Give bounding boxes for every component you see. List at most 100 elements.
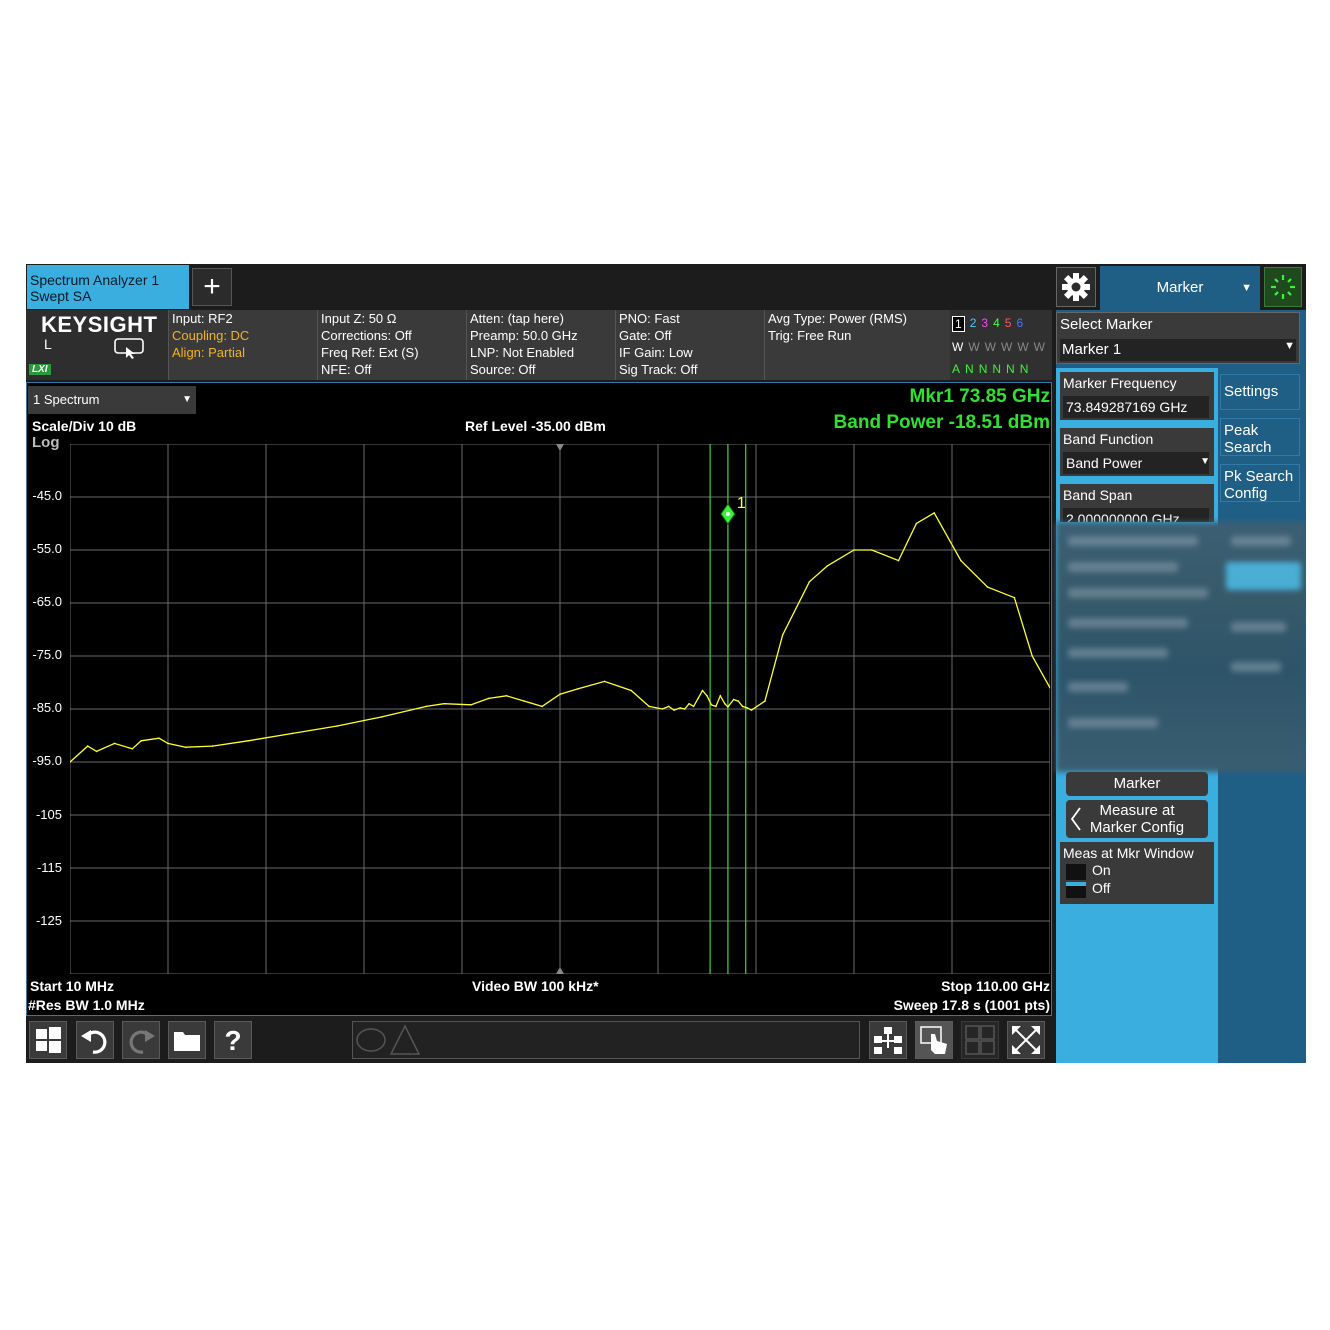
trace-number-1: 1 <box>952 316 965 332</box>
add-screen-button[interactable]: + <box>192 268 232 306</box>
settings-bar[interactable]: Input: RF2 Coupling: DC Align: Partial I… <box>26 310 1052 380</box>
message-area[interactable] <box>352 1021 860 1059</box>
trace-number-2: 2 <box>969 316 977 330</box>
chevron-down-icon: ▼ <box>1200 456 1210 467</box>
info-preamp: Preamp: 50.0 GHz <box>470 328 578 343</box>
trace-point <box>746 707 748 709</box>
correction-settings[interactable]: Input Z: 50 Ω Corrections: Off Freq Ref:… <box>317 310 466 380</box>
trace-point <box>648 705 650 708</box>
band-span-label: Band Span <box>1063 487 1133 503</box>
trace-point <box>470 704 472 706</box>
trace-point <box>443 702 445 705</box>
trace-type-1: W <box>952 340 964 354</box>
band-function-control[interactable]: Band Function Band Power ▼ <box>1060 428 1214 476</box>
marker-frequency-field[interactable]: 73.849287169 GHz <box>1063 396 1209 418</box>
sweep-settings[interactable]: PNO: Fast Gate: Off IF Gain: Low Sig Tra… <box>615 310 764 380</box>
analyzer-app: Spectrum Analyzer 1 Swept SA ▼ + Marker … <box>26 264 1306 1063</box>
trace-point <box>577 688 579 690</box>
trace-number-5: 5 <box>1004 316 1012 330</box>
trace-point <box>688 702 690 705</box>
band-function-label: Band Function <box>1063 431 1154 447</box>
info-atten: Atten: (tap here) <box>470 311 564 326</box>
undo-icon[interactable] <box>76 1021 114 1059</box>
measure-at-line1: Measure at <box>1099 802 1175 819</box>
trace-point <box>661 708 664 710</box>
multi-window-icon[interactable] <box>961 1021 999 1059</box>
trace-point <box>167 742 169 745</box>
attenuation-settings[interactable]: Atten: (tap here) Preamp: 50.0 GHz LNP: … <box>466 310 615 380</box>
option-off-label: Off <box>1092 880 1111 896</box>
info-input: Input: RF2 <box>172 311 233 326</box>
trace-point <box>1031 655 1033 657</box>
select-marker-dropdown[interactable]: Select Marker Marker 1 ▼ <box>1056 312 1300 364</box>
trace-point <box>897 559 900 562</box>
input-settings[interactable]: Input: RF2 Coupling: DC Align: Partial <box>168 310 317 380</box>
resolution-bandwidth: #Res BW 1.0 MHz <box>28 997 145 1013</box>
tab-spectrum-analyzer[interactable]: Spectrum Analyzer 1 Swept SA ▼ <box>27 265 207 309</box>
maximize-icon[interactable] <box>1007 1021 1045 1059</box>
trace-type-6: W <box>1033 340 1045 354</box>
measure-at-marker-config-button[interactable]: Measure at Marker Config <box>1066 800 1208 838</box>
trace-type-3: W <box>984 340 996 354</box>
marker-1-label: 1 <box>737 495 746 512</box>
window-selector[interactable]: 1 Spectrum ▼ <box>28 386 196 414</box>
trace-point <box>692 705 695 708</box>
trace-det-3: N <box>978 362 988 376</box>
info-gate: Gate: Off <box>619 328 672 343</box>
spectrum-plot[interactable]: 1 <box>70 444 1050 974</box>
marker-readout: Mkr1 73.85 GHz <box>909 386 1050 407</box>
help-icon[interactable]: ? <box>214 1021 252 1059</box>
y-tick-label: -55.0 <box>32 541 62 556</box>
screen-share-icon[interactable] <box>114 338 144 365</box>
trace-point <box>781 634 784 636</box>
band-span-field[interactable]: 2.000000000 GHz <box>1063 508 1209 522</box>
video-bandwidth: Video BW 100 kHz* <box>472 978 599 994</box>
start-frequency: Start 10 MHz <box>30 978 115 994</box>
trace-number-4: 4 <box>993 316 1000 330</box>
windows-icon[interactable] <box>29 1021 67 1059</box>
marker-button[interactable]: Marker <box>1066 772 1208 796</box>
layout-icon[interactable] <box>869 1021 907 1059</box>
sweep-time: Sweep 17.8 s (1001 pts) <box>893 997 1050 1013</box>
bottom-toolbar: ? <box>26 1018 1056 1063</box>
info-if-gain: IF Gain: Low <box>619 345 693 360</box>
menu-selector[interactable]: Marker ▼ <box>1100 266 1260 310</box>
settings-tab[interactable]: Settings <box>1220 374 1300 410</box>
meas-at-mkr-window-control[interactable]: Meas at Mkr Window On Off <box>1060 842 1214 904</box>
y-tick-label: -115 <box>36 860 62 875</box>
marker-frequency-control[interactable]: Marker Frequency 73.849287169 GHz <box>1060 372 1214 420</box>
info-input-z: Input Z: 50 Ω <box>321 311 397 326</box>
keysight-logo: KEYSIGHT L LXI <box>26 310 168 380</box>
chevron-down-icon: ▼ <box>182 394 192 405</box>
touch-icon[interactable] <box>915 1021 953 1059</box>
trace-point <box>719 695 722 697</box>
folder-icon[interactable] <box>168 1021 206 1059</box>
redo-icon[interactable] <box>122 1021 160 1059</box>
radio-off[interactable] <box>1066 882 1086 898</box>
trace-det-6: N <box>1019 362 1029 376</box>
average-settings[interactable]: Avg Type: Power (RMS) Trig: Free Run <box>764 310 950 380</box>
info-pno: PNO: Fast <box>619 311 680 326</box>
trace-indicator[interactable]: 1 2 3 4 5 6 W W W W W W A N N N N N <box>950 310 1052 380</box>
pk-search-config-line1: Pk Search <box>1224 468 1294 485</box>
pk-search-config-tab[interactable]: Pk Search Config <box>1220 464 1300 502</box>
select-marker-value[interactable]: Marker 1 <box>1060 339 1296 361</box>
sweep-status-icon[interactable] <box>1264 267 1302 307</box>
trace-point <box>724 702 726 705</box>
trace-point <box>487 697 490 700</box>
radio-on[interactable] <box>1066 864 1086 880</box>
band-function-select[interactable]: Band Power <box>1063 452 1209 474</box>
band-span-control[interactable]: Band Span 2.000000000 GHz <box>1060 484 1214 522</box>
tab-subtitle: Swept SA <box>30 288 92 304</box>
trace-point <box>158 737 160 739</box>
gear-icon[interactable] <box>1056 267 1096 307</box>
peak-search-tab[interactable]: Peak Search <box>1220 418 1300 456</box>
ref-level-marker-top <box>556 444 564 451</box>
trace-point <box>701 689 704 692</box>
trace-point <box>732 698 735 701</box>
remote-local-indicator: L <box>44 336 52 352</box>
trace-point <box>915 522 918 525</box>
trace-point <box>727 706 729 708</box>
marker-1-center <box>725 511 730 516</box>
lxi-badge: LXI <box>29 364 51 375</box>
